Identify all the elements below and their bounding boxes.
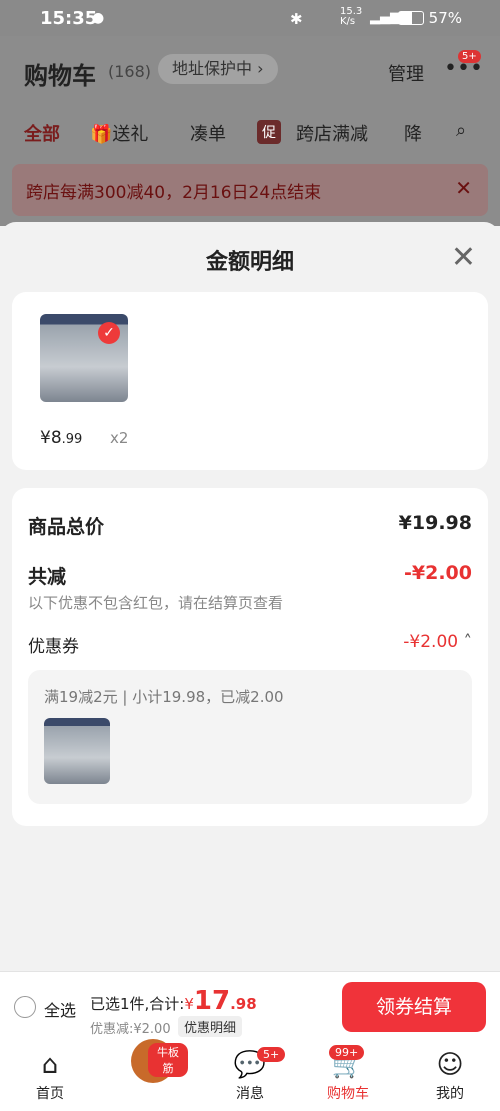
status-time: 15:35 <box>40 8 98 29</box>
discount-label: 共减 <box>28 566 67 588</box>
coupon-detail: 满19减2元 | 小计19.98，已减2.00 <box>44 688 284 706</box>
messages-badge: 5+ <box>257 1047 286 1062</box>
discount-detail-button[interactable]: 优惠明细 <box>178 1016 243 1037</box>
discount-note: 以下优惠不包含红包，请在结算页查看 <box>28 594 284 612</box>
address-protect-label: 地址保护中 <box>172 59 253 78</box>
bottom-nav: ⌂ 首页 牛板筋 💬 消息 5+ 🛒 购物车 99+ ☺ 我的 <box>0 1039 500 1111</box>
sheet-title: 金额明细 <box>205 250 294 275</box>
total-label: 商品总价 <box>28 516 105 538</box>
discount-summary: 优惠减:¥2.00 <box>90 1022 171 1037</box>
coupon-detail-box: 满19减2元 | 小计19.98，已减2.00 <box>28 670 472 804</box>
discount-value: -¥2.00 <box>404 562 472 584</box>
tab-gift[interactable]: 🎁送礼 <box>90 120 148 146</box>
page-title: 购物车 <box>24 62 96 90</box>
tab-price-drop[interactable]: 降 <box>404 120 422 146</box>
nav-messages[interactable]: 💬 消息 5+ <box>215 1047 286 1103</box>
coupon-product-thumbnail <box>44 718 110 784</box>
promo-text: 跨店每满300减40，2月16日24点结束 <box>26 183 322 203</box>
price-breakdown-card: 商品总价 ¥19.98 共减 -¥2.00 以下优惠不包含红包，请在结算页查看 … <box>12 488 488 826</box>
promo-banner: 跨店每满300减40，2月16日24点结束 ✕ <box>12 164 488 216</box>
user-icon: ☺ <box>436 1050 464 1080</box>
search-icon[interactable]: ⌕ <box>456 120 466 141</box>
gift-icon: 🎁 <box>90 124 113 145</box>
battery-icon <box>398 11 424 25</box>
bluetooth-icon: ✱ <box>290 10 303 28</box>
battery-level: 57% <box>428 9 462 27</box>
total-value: ¥19.98 <box>398 512 472 534</box>
promo-pill: 促 <box>257 120 281 144</box>
check-icon: ✓ <box>98 322 120 344</box>
checkout-button[interactable]: 领券结算 <box>342 982 486 1032</box>
manage-button[interactable]: 管理 <box>388 60 424 86</box>
selected-summary: 已选1件,合计:¥17.98 <box>90 986 257 1016</box>
item-card: ✓ ¥8.99 x2 <box>12 292 488 470</box>
chevron-up-icon: ˄ <box>463 632 473 652</box>
tab-bundle[interactable]: 凑单 <box>190 120 226 146</box>
address-protect-chip[interactable]: 地址保护中 › <box>158 54 278 84</box>
select-all-radio[interactable] <box>14 996 36 1018</box>
close-icon[interactable]: ✕ <box>455 176 472 200</box>
item-qty: x2 <box>110 429 129 447</box>
checkout-bar: 全选 已选1件,合计:¥17.98 优惠减:¥2.00 优惠明细 领券结算 <box>0 971 500 1042</box>
coupon-label: 优惠券 <box>28 637 79 657</box>
nav-promo-label: 牛板筋 <box>148 1043 188 1077</box>
close-icon[interactable]: ✕ <box>451 240 476 275</box>
amount-detail-sheet: 金额明细 ✕ ✓ ¥8.99 x2 商品总价 ¥19.98 共减 -¥2.00 … <box>0 222 500 971</box>
notification-icon: ● <box>92 10 105 26</box>
nav-profile[interactable]: ☺ 我的 <box>415 1049 485 1103</box>
nav-home[interactable]: ⌂ 首页 <box>15 1049 85 1103</box>
status-bar: 15:35 ● ✱ 15.3 K/s ▂▄▆ 57% <box>0 0 500 36</box>
coupon-row-toggle[interactable]: -¥2.00 ˄ <box>403 632 472 652</box>
cart-badge: 99+ <box>329 1045 365 1060</box>
nav-promo[interactable]: 牛板筋 <box>118 1039 188 1085</box>
tab-cross-store[interactable]: 跨店满减 <box>296 120 368 146</box>
item-price: ¥8.99 <box>40 428 83 448</box>
nav-cart[interactable]: 🛒 购物车 99+ <box>313 1045 383 1103</box>
home-icon: ⌂ <box>41 1050 59 1080</box>
more-badge: 5+ <box>458 50 481 63</box>
signal-icon: ▂▄▆ <box>370 10 400 25</box>
tab-all[interactable]: 全部 <box>24 120 60 146</box>
total-int: 17 <box>193 986 231 1016</box>
cart-tabs: 全部 🎁送礼 凑单 促 跨店满减 降 ⌕ <box>0 120 500 156</box>
cart-header: 购物车 (168) 地址保护中 › 管理 ••• 5+ 全部 🎁送礼 凑单 促 … <box>0 36 500 226</box>
cart-count: (168) <box>108 62 152 81</box>
select-all-label[interactable]: 全选 <box>44 997 76 1021</box>
net-speed: 15.3 K/s <box>340 6 363 27</box>
chevron-right-icon: › <box>257 59 264 78</box>
coupon-value: -¥2.00 <box>403 632 459 652</box>
